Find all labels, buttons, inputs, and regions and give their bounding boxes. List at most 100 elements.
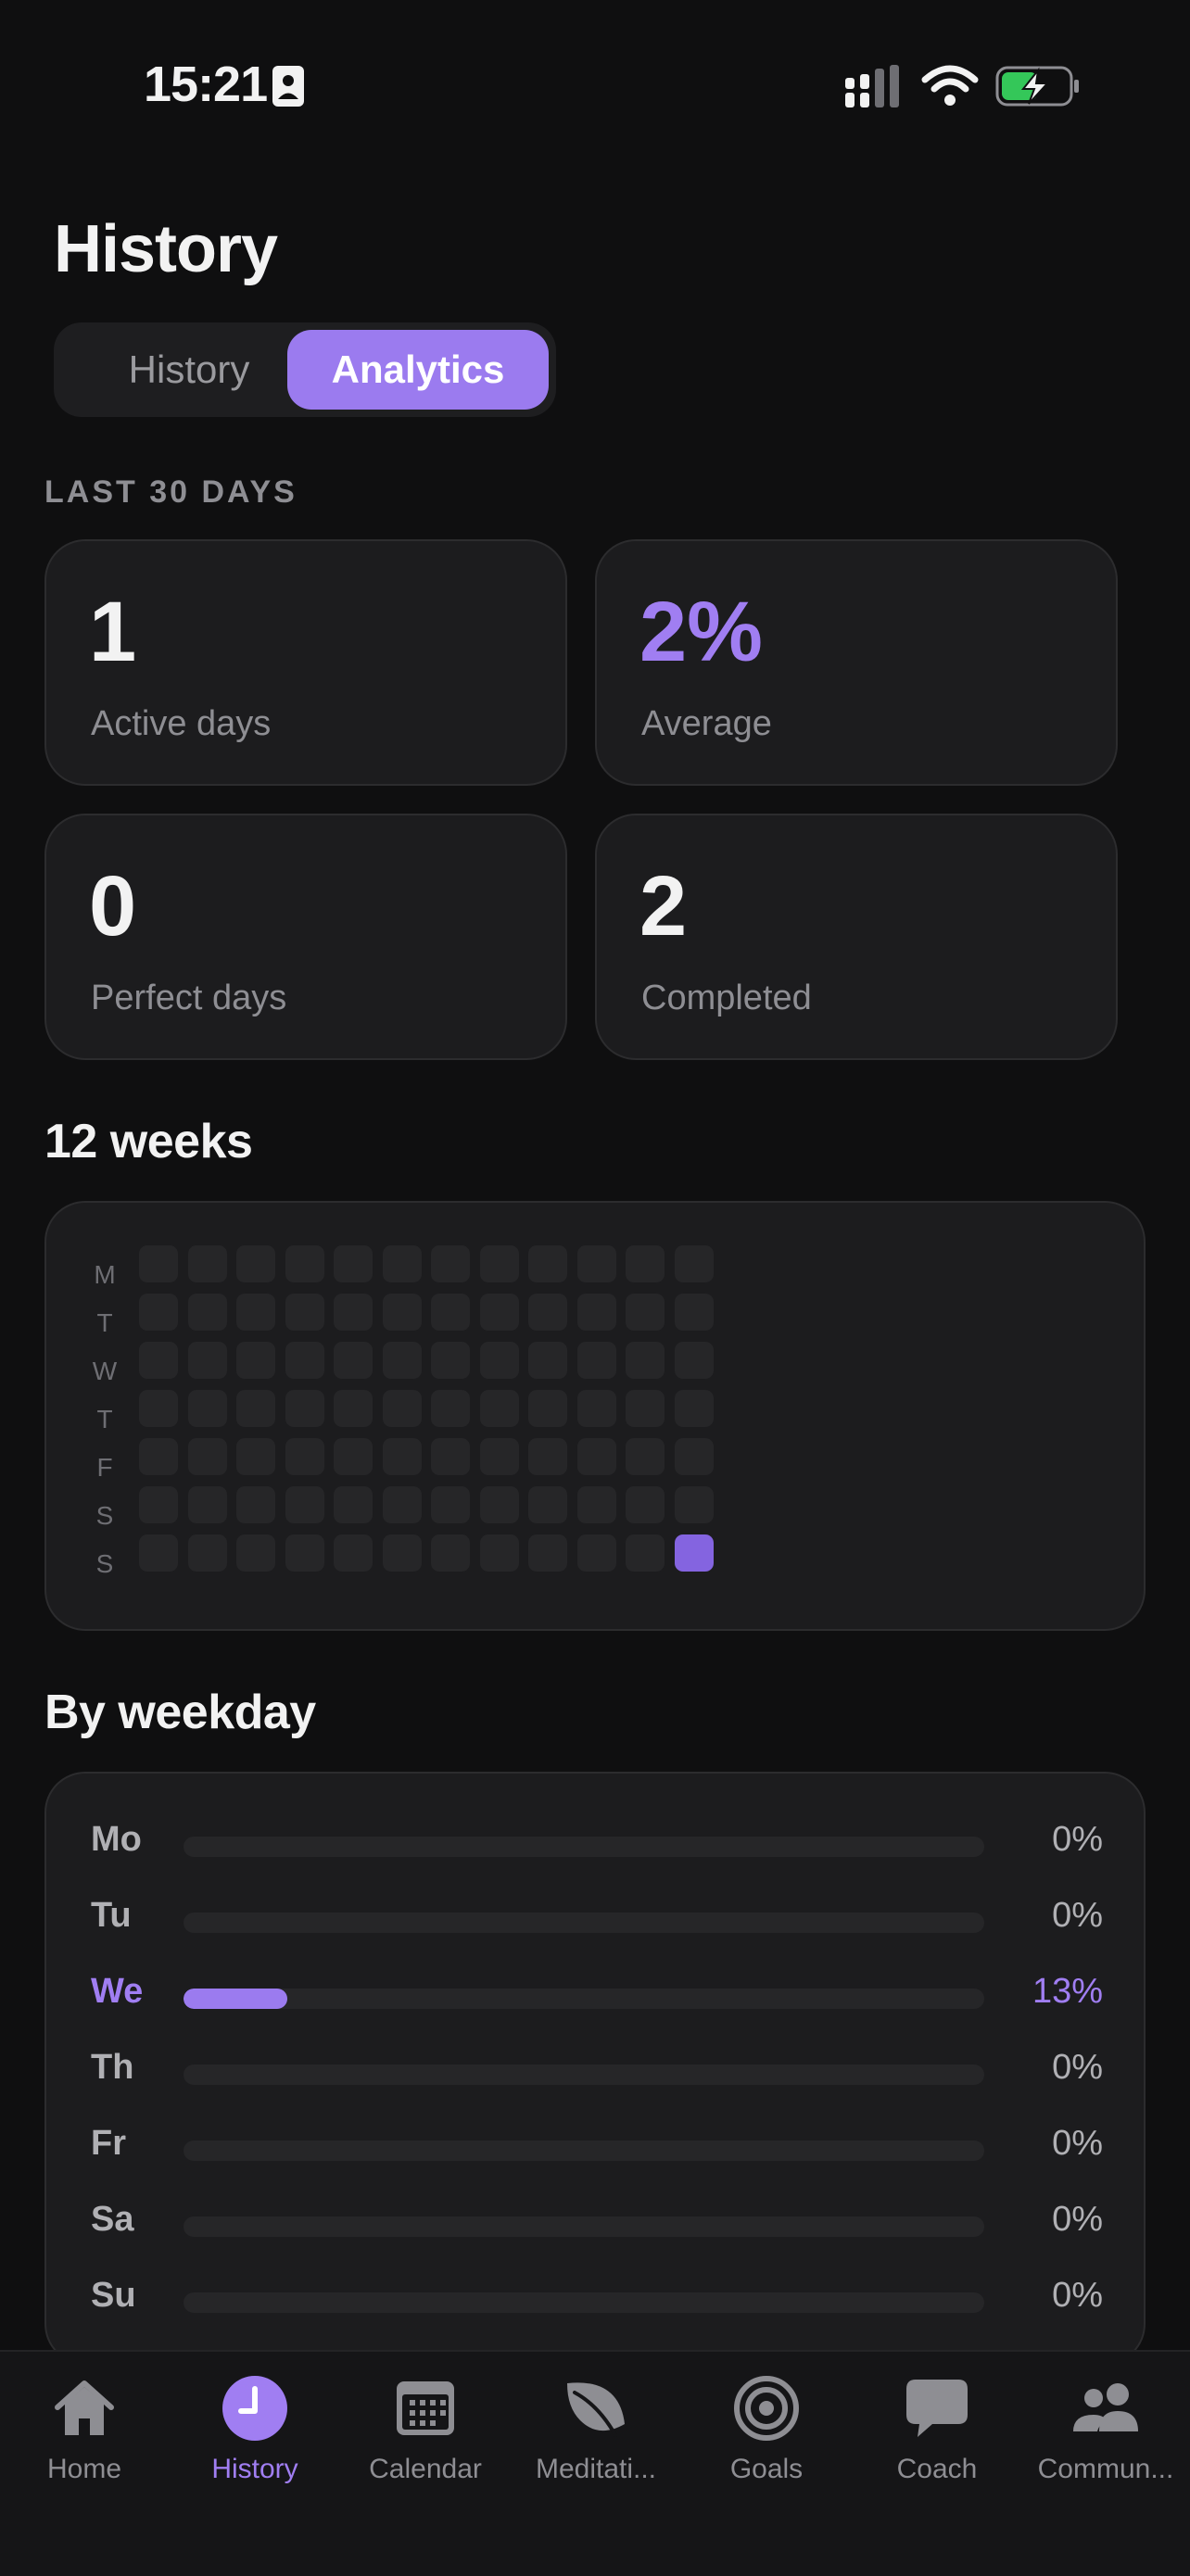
stat-label: Active days — [91, 704, 272, 743]
weekday-row-fr: Fr 0% — [46, 2116, 1147, 2172]
weekday-percent: 0% — [1052, 1820, 1103, 1859]
heatmap-cell — [285, 1486, 324, 1523]
weekday-row-tu: Tu 0% — [46, 1888, 1147, 1944]
heatmap-cell — [528, 1438, 567, 1475]
heatmap-cell — [187, 1342, 227, 1379]
heatmap-cell — [479, 1245, 519, 1282]
weekday-bar-track — [184, 1913, 984, 1933]
heatmap-cell — [626, 1486, 665, 1523]
heatmap-cell — [139, 1390, 178, 1427]
heatmap-cell — [334, 1390, 373, 1427]
weekday-label: Su — [91, 2276, 136, 2315]
heatmap-cell — [674, 1294, 714, 1331]
heatmap-cell — [674, 1534, 714, 1572]
heatmap-cell — [139, 1438, 178, 1475]
heatmap-day-label: S — [95, 1549, 114, 1578]
weekday-label: We — [91, 1972, 144, 2011]
calendar-icon — [397, 2381, 454, 2435]
heatmap-cell — [382, 1390, 422, 1427]
people-icon — [1073, 2383, 1138, 2431]
heatmap-cell — [236, 1390, 275, 1427]
heatmap-cell — [382, 1438, 422, 1475]
heatmap-cell — [382, 1342, 422, 1379]
weekday-card: Mo 0% Tu 0% We 13% Th 0% Fr 0% Sa 0% Su … — [44, 1772, 1146, 2365]
heatmap-cell — [528, 1342, 567, 1379]
heatmap-title: 12 weeks — [44, 1115, 253, 1168]
heatmap-cell — [479, 1390, 519, 1427]
heatmap-cell — [479, 1342, 519, 1379]
heatmap-cell — [479, 1534, 519, 1572]
stat-card-active-days: 1 Active days — [44, 539, 567, 786]
segment-history[interactable]: History — [67, 330, 311, 410]
tab-coach[interactable]: Coach — [852, 2374, 1022, 2485]
heatmap-day-label: F — [96, 1453, 113, 1482]
heatmap-cell — [139, 1245, 178, 1282]
heatmap-cell — [334, 1534, 373, 1572]
stat-value: 2 — [639, 859, 688, 953]
tab-meditation[interactable]: Meditati... — [511, 2374, 681, 2485]
tab-bar: Home History Calendar Meditati... Goals … — [0, 2350, 1190, 2576]
heatmap-cell — [674, 1245, 714, 1282]
heatmap-cell — [187, 1245, 227, 1282]
heatmap-cell — [285, 1438, 324, 1475]
weekday-bar-fill — [184, 1989, 288, 2009]
tab-calendar[interactable]: Calendar — [340, 2374, 511, 2485]
heatmap-cell — [431, 1486, 470, 1523]
heatmap-day-label: T — [96, 1308, 113, 1337]
heatmap-day-label: W — [92, 1357, 118, 1385]
heatmap-cell — [236, 1486, 275, 1523]
heatmap-cell — [236, 1438, 275, 1475]
weekday-row-mo: Mo 0% — [46, 1812, 1147, 1868]
wifi-icon — [921, 65, 979, 106]
heatmap-cell — [334, 1245, 373, 1282]
tab-home[interactable]: Home — [0, 2374, 170, 2485]
tab-community[interactable]: Commun... — [1020, 2374, 1190, 2485]
tab-history[interactable]: History — [170, 2374, 340, 2485]
stat-card-perfect-days: 0 Perfect days — [44, 814, 567, 1060]
heatmap-cell — [576, 1486, 616, 1523]
stat-label: Completed — [641, 979, 812, 1017]
weekday-row-su: Su 0% — [46, 2268, 1147, 2324]
heatmap-cell — [479, 1438, 519, 1475]
heatmap-cell — [626, 1534, 665, 1572]
heatmap-cell — [431, 1245, 470, 1282]
heatmap-cell — [431, 1294, 470, 1331]
stat-card-completed: 2 Completed — [595, 814, 1118, 1060]
history-clock-icon — [222, 2376, 287, 2441]
tab-label: Commun... — [1037, 2454, 1174, 2484]
cellular-signal-icon — [845, 65, 899, 107]
heatmap-cell — [334, 1438, 373, 1475]
heatmap-cell — [479, 1486, 519, 1523]
heatmap-cell — [528, 1245, 567, 1282]
heatmap-cell — [334, 1486, 373, 1523]
segment-analytics[interactable]: Analytics — [287, 330, 549, 410]
summary-caption: LAST 30 DAYS — [44, 474, 298, 510]
stat-label: Average — [641, 704, 772, 743]
heatmap-cell — [285, 1390, 324, 1427]
heatmap-cell — [528, 1390, 567, 1427]
heatmap-cell — [236, 1245, 275, 1282]
heatmap-cell — [285, 1245, 324, 1282]
battery-charging-icon — [995, 66, 1079, 107]
heatmap-cell — [236, 1534, 275, 1572]
heatmap-cell — [528, 1534, 567, 1572]
heatmap-cell — [576, 1245, 616, 1282]
heatmap-cell — [576, 1390, 616, 1427]
weekday-label: Fr — [91, 2124, 126, 2163]
heatmap-cell — [528, 1294, 567, 1331]
heatmap-cell — [528, 1486, 567, 1523]
weekday-row-we: We 13% — [46, 1964, 1147, 2020]
heatmap-cell — [285, 1534, 324, 1572]
heatmap-day-label: S — [95, 1501, 114, 1530]
heatmap-cell — [382, 1294, 422, 1331]
heatmap-cell — [431, 1534, 470, 1572]
weekday-label: Th — [91, 2048, 134, 2087]
heatmap-cell — [626, 1438, 665, 1475]
weekday-bar-track — [184, 1837, 984, 1857]
stat-value: 0 — [89, 859, 137, 953]
heatmap-cell — [674, 1342, 714, 1379]
heatmap-cell — [382, 1486, 422, 1523]
tab-goals[interactable]: Goals — [681, 2374, 852, 2485]
heatmap-cell — [382, 1245, 422, 1282]
heatmap-cell — [479, 1294, 519, 1331]
